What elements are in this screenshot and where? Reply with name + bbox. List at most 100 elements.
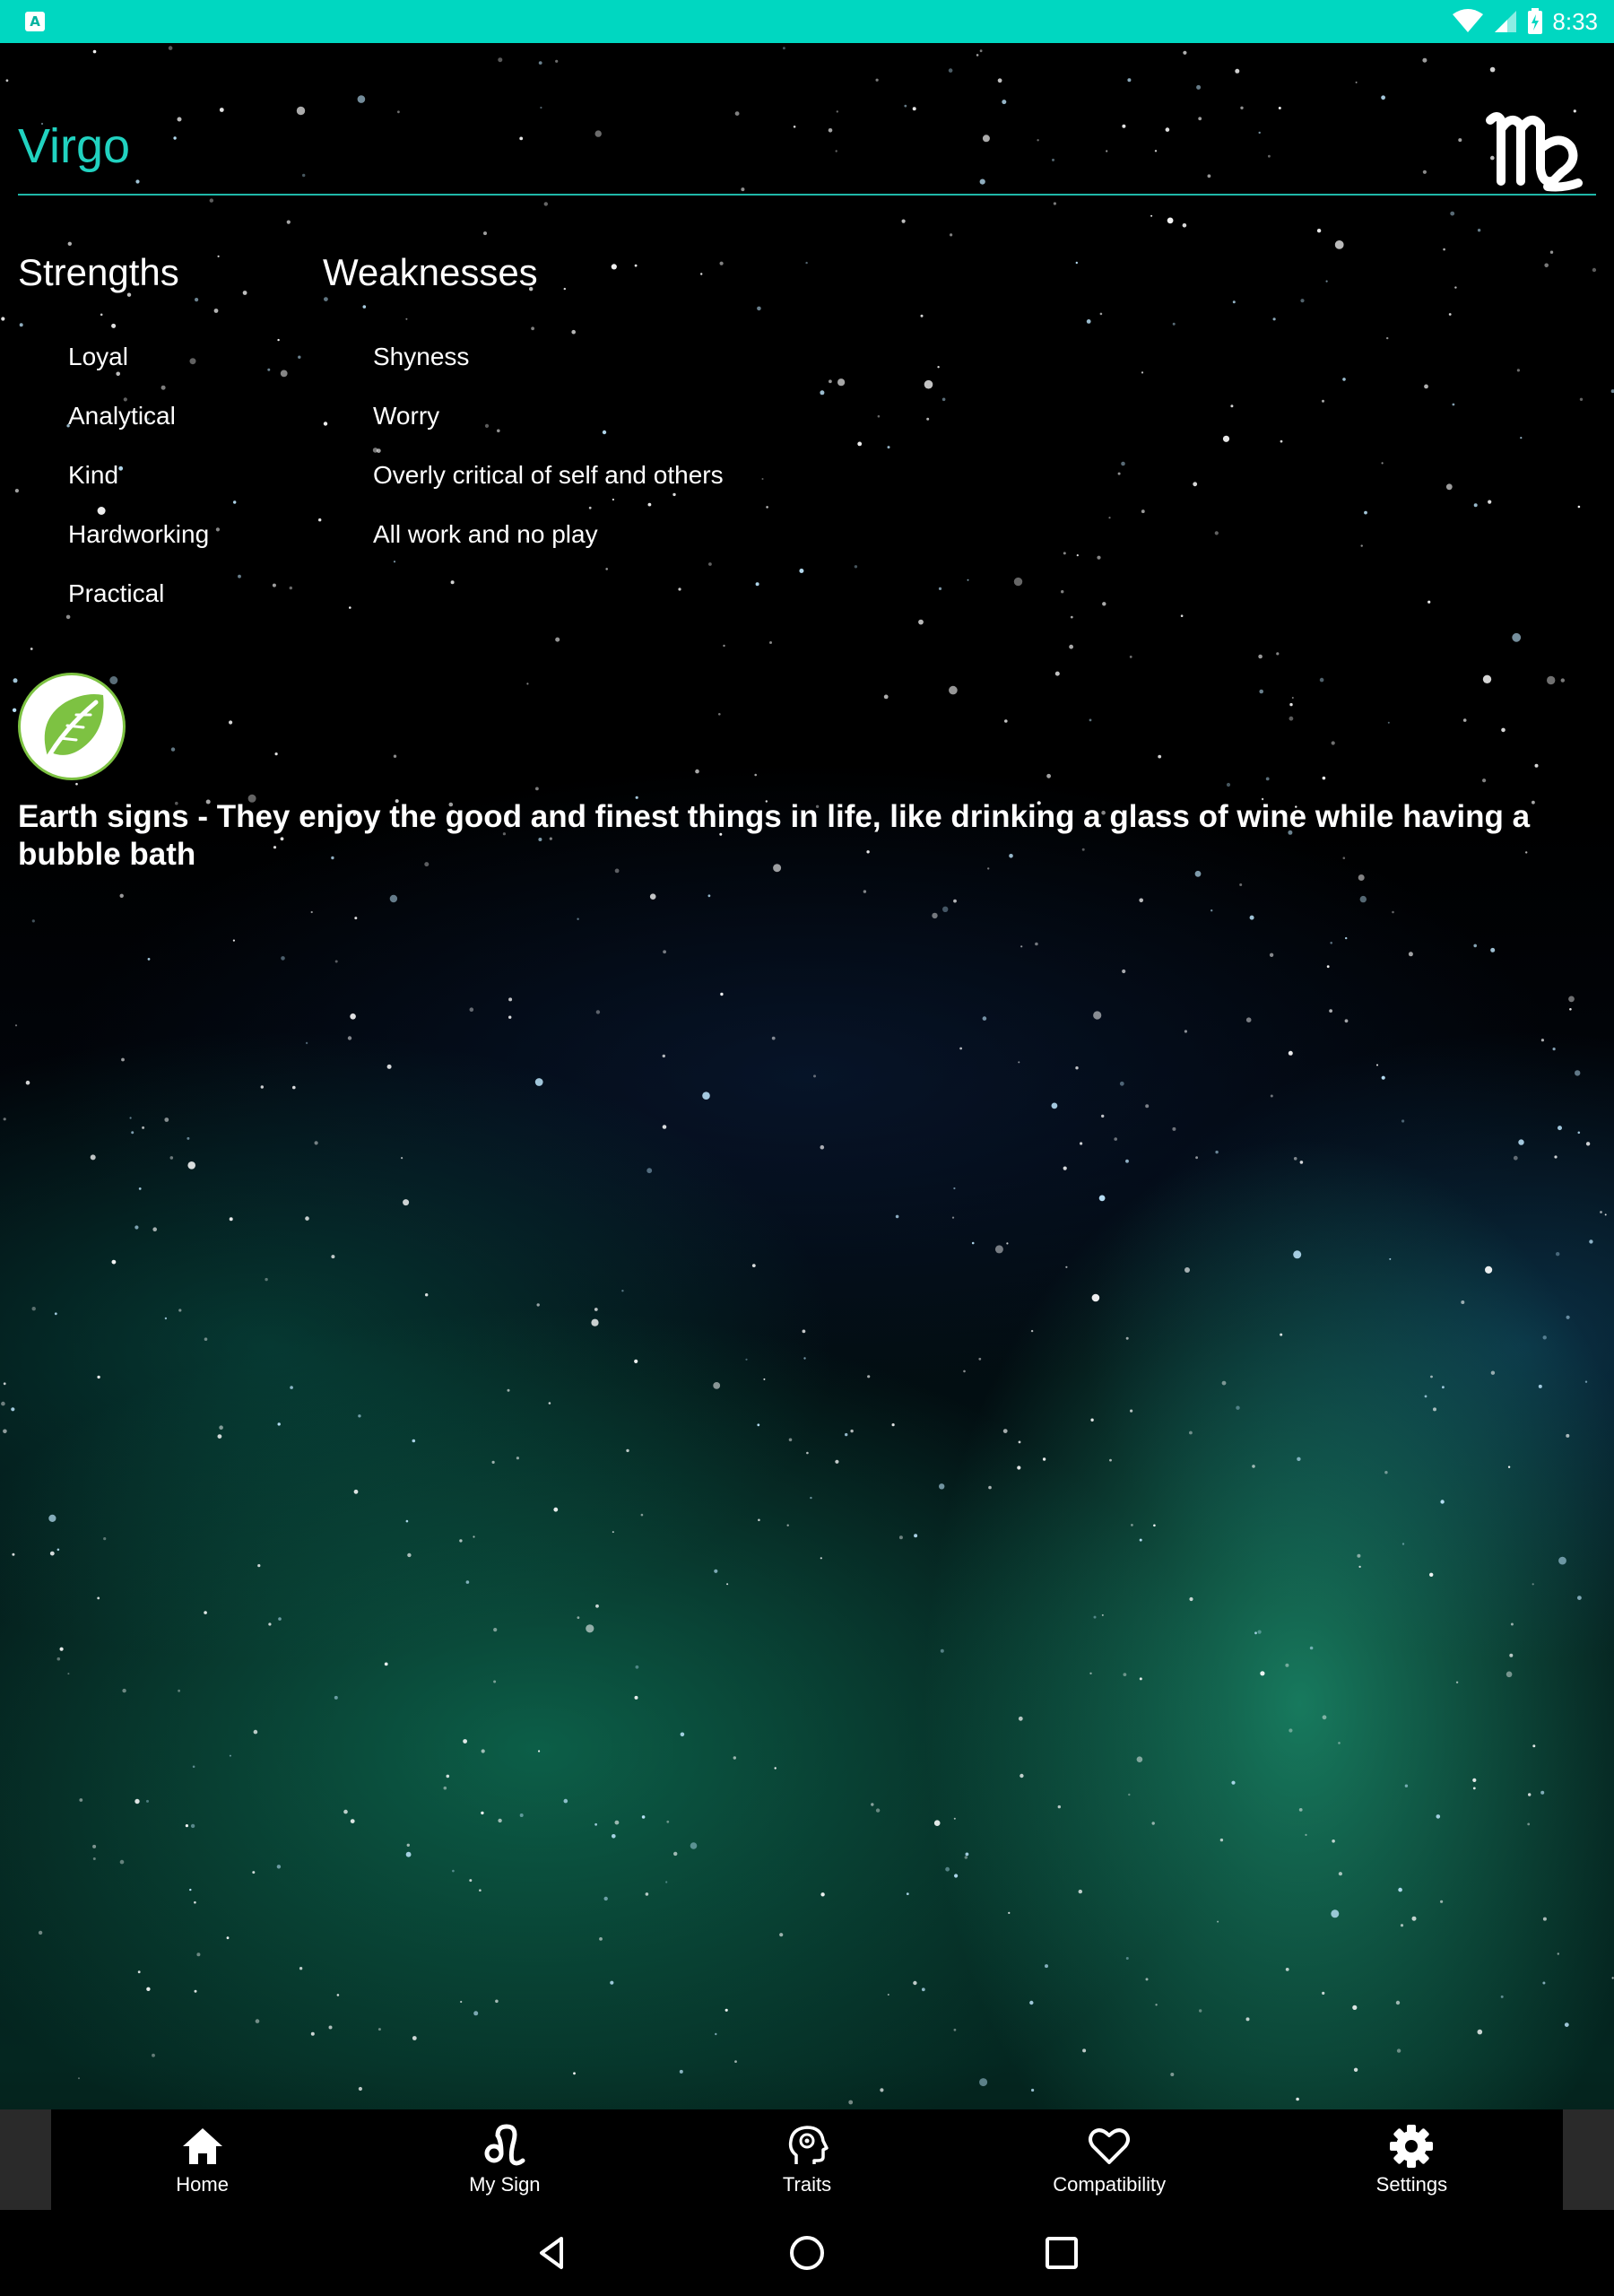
star (1473, 503, 1478, 508)
star (1252, 1465, 1255, 1468)
star (994, 1245, 1003, 1254)
star (1532, 1583, 1534, 1586)
star (1117, 472, 1121, 475)
weakness-item: All work and no play (373, 520, 598, 548)
star (353, 1489, 359, 1494)
nav-home[interactable]: Home (51, 2109, 353, 2210)
star (640, 1513, 644, 1517)
star (1542, 1981, 1546, 1985)
star (67, 241, 73, 246)
star (11, 1407, 15, 1412)
star (1455, 1681, 1459, 1684)
home-circle-icon[interactable] (787, 2233, 827, 2273)
star (1381, 95, 1385, 100)
star (1338, 1872, 1342, 1876)
nav-settings[interactable]: Settings (1261, 2109, 1563, 2210)
star (1436, 1814, 1441, 1819)
star (595, 1604, 599, 1608)
star (1158, 754, 1162, 759)
star (121, 1057, 125, 1062)
star (1424, 1395, 1427, 1398)
star (1520, 437, 1523, 439)
star (460, 2000, 463, 2004)
star (334, 1695, 338, 1700)
star (1384, 1471, 1388, 1474)
star (405, 1519, 409, 1523)
star (1512, 632, 1522, 642)
star (1180, 614, 1184, 617)
star (1093, 1615, 1097, 1619)
star (745, 1358, 748, 1361)
star (187, 1136, 190, 1140)
star (953, 1817, 956, 1820)
star (1592, 267, 1597, 273)
leo-symbol-icon (484, 2124, 525, 2166)
star (310, 2031, 315, 2036)
star (1170, 2073, 1175, 2076)
star (788, 1438, 793, 1442)
star (1183, 50, 1187, 55)
star (845, 1432, 848, 1437)
back-icon[interactable] (533, 2233, 572, 2273)
star (954, 1874, 959, 1878)
star (233, 500, 237, 504)
star (1554, 1155, 1558, 1159)
star (1443, 248, 1445, 251)
star (217, 255, 220, 257)
star (1070, 615, 1073, 619)
star (1518, 1139, 1524, 1145)
star (1429, 1572, 1434, 1578)
nav-traits[interactable]: Traits (655, 2109, 958, 2210)
star (1398, 1887, 1402, 1892)
status-time: 8:33 (1552, 7, 1598, 35)
star (75, 782, 78, 786)
star (318, 518, 322, 522)
star (54, 1312, 57, 1316)
star (384, 1662, 388, 1666)
star (516, 1457, 520, 1460)
star (1123, 1673, 1127, 1676)
star (942, 906, 949, 912)
nav-my-sign[interactable]: My Sign (353, 2109, 655, 2210)
star (1260, 1671, 1265, 1676)
nav-compatibility[interactable]: Compatibility (959, 2109, 1261, 2210)
star (678, 587, 681, 591)
star (1299, 1161, 1304, 1164)
star (913, 1980, 917, 1986)
star (594, 1308, 598, 1311)
star (446, 1774, 450, 1779)
star (242, 291, 247, 295)
star (1089, 1672, 1092, 1675)
star (1472, 1778, 1477, 1782)
star (1182, 223, 1187, 228)
star (1506, 1671, 1513, 1678)
star (493, 1628, 498, 1632)
star (1477, 2029, 1483, 2035)
star (401, 1157, 404, 1160)
star (662, 1054, 665, 1058)
star (164, 1317, 168, 1320)
star (1289, 1728, 1293, 1733)
star (1285, 1663, 1289, 1667)
star (933, 1820, 941, 1826)
star (1076, 554, 1079, 557)
star (1360, 544, 1363, 547)
star (1020, 1773, 1024, 1779)
star (1450, 211, 1455, 216)
notification-icon: A (25, 12, 45, 31)
star (577, 1616, 580, 1619)
star (152, 1227, 157, 1231)
star (920, 314, 924, 317)
star (976, 54, 979, 57)
star (645, 1892, 649, 1896)
star (78, 2077, 80, 2080)
star (612, 1531, 614, 1534)
star (1045, 1964, 1048, 1969)
recents-icon[interactable] (1042, 2233, 1081, 2273)
star (1589, 1239, 1593, 1244)
star (289, 586, 292, 590)
star (1547, 675, 1556, 685)
star (134, 1225, 139, 1230)
star (1489, 66, 1496, 73)
star (350, 1013, 356, 1020)
